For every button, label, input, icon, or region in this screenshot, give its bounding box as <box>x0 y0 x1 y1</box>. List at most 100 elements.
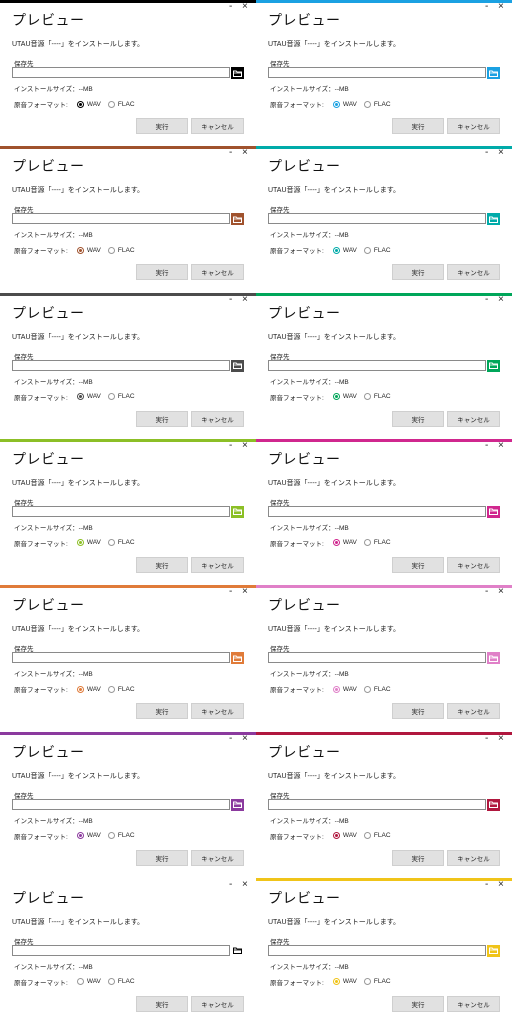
close-button[interactable]: × <box>242 440 248 451</box>
minimize-button[interactable]: - <box>485 294 488 305</box>
wav-option[interactable]: WAV <box>332 978 357 986</box>
minimize-button[interactable]: - <box>229 294 232 305</box>
run-button[interactable]: 実行 <box>136 703 188 720</box>
flac-option[interactable]: FLAC <box>363 246 391 254</box>
flac-radio[interactable] <box>107 246 115 254</box>
wav-radio[interactable] <box>76 100 84 108</box>
flac-radio[interactable] <box>107 685 115 693</box>
run-button[interactable]: 実行 <box>136 410 188 427</box>
close-button[interactable]: × <box>242 294 248 305</box>
wav-radio[interactable] <box>332 978 340 986</box>
save-path-input[interactable] <box>268 798 486 810</box>
browse-folder-button[interactable] <box>487 944 500 957</box>
cancel-button[interactable]: キャンセル <box>447 118 500 134</box>
flac-option[interactable]: FLAC <box>363 832 391 839</box>
save-path-input[interactable] <box>12 798 230 810</box>
save-path-input[interactable] <box>12 213 230 225</box>
browse-folder-button[interactable] <box>487 213 500 226</box>
run-button[interactable]: 実行 <box>392 556 444 573</box>
wav-option[interactable]: WAV <box>332 685 357 693</box>
flac-radio[interactable] <box>363 393 371 401</box>
save-path-input[interactable] <box>12 505 230 517</box>
browse-folder-button[interactable] <box>487 652 500 665</box>
wav-radio[interactable] <box>76 246 84 254</box>
cancel-button[interactable]: キャンセル <box>191 849 244 866</box>
wav-option[interactable]: WAV <box>76 100 101 108</box>
cancel-button[interactable]: キャンセル <box>447 556 500 573</box>
save-path-input[interactable] <box>268 213 486 225</box>
flac-radio[interactable] <box>363 832 371 839</box>
wav-option[interactable]: WAV <box>76 832 101 839</box>
cancel-button[interactable]: キャンセル <box>447 849 500 866</box>
cancel-button[interactable]: キャンセル <box>447 703 500 720</box>
wav-radio[interactable] <box>332 246 340 254</box>
close-button[interactable]: × <box>242 587 248 597</box>
minimize-button[interactable]: - <box>229 587 232 597</box>
flac-radio[interactable] <box>107 978 115 986</box>
wav-radio[interactable] <box>76 832 84 839</box>
run-button[interactable]: 実行 <box>136 264 188 281</box>
browse-folder-button[interactable] <box>231 359 244 372</box>
flac-option[interactable]: FLAC <box>363 685 391 693</box>
save-path-input[interactable] <box>268 359 486 371</box>
close-button[interactable]: × <box>498 294 504 305</box>
minimize-button[interactable]: - <box>485 733 488 744</box>
wav-radio[interactable] <box>332 685 340 693</box>
save-path-input[interactable] <box>268 944 486 956</box>
wav-option[interactable]: WAV <box>332 100 357 108</box>
wav-option[interactable]: WAV <box>332 393 357 401</box>
flac-option[interactable]: FLAC <box>107 393 135 401</box>
minimize-button[interactable]: - <box>229 440 232 451</box>
minimize-button[interactable]: - <box>485 587 488 597</box>
close-button[interactable]: × <box>242 148 248 158</box>
flac-option[interactable]: FLAC <box>107 100 135 108</box>
run-button[interactable]: 実行 <box>392 118 444 134</box>
flac-radio[interactable] <box>107 393 115 401</box>
minimize-button[interactable]: - <box>485 440 488 451</box>
browse-folder-button[interactable] <box>231 652 244 665</box>
cancel-button[interactable]: キャンセル <box>191 264 244 281</box>
minimize-button[interactable]: - <box>485 148 488 158</box>
flac-radio[interactable] <box>363 978 371 986</box>
flac-radio[interactable] <box>107 539 115 547</box>
flac-radio[interactable] <box>107 100 115 108</box>
close-button[interactable]: × <box>498 587 504 597</box>
flac-option[interactable]: FLAC <box>107 978 135 986</box>
run-button[interactable]: 実行 <box>136 849 188 866</box>
wav-option[interactable]: WAV <box>76 685 101 693</box>
wav-option[interactable]: WAV <box>76 393 101 401</box>
wav-radio[interactable] <box>76 978 84 986</box>
close-button[interactable]: × <box>242 879 248 890</box>
close-button[interactable]: × <box>242 2 248 12</box>
browse-folder-button[interactable] <box>231 505 244 518</box>
browse-folder-button[interactable] <box>487 67 500 79</box>
wav-option[interactable]: WAV <box>76 539 101 547</box>
close-button[interactable]: × <box>498 440 504 451</box>
wav-option[interactable]: WAV <box>332 539 357 547</box>
close-button[interactable]: × <box>498 733 504 744</box>
minimize-button[interactable]: - <box>485 879 488 890</box>
flac-radio[interactable] <box>363 539 371 547</box>
browse-folder-button[interactable] <box>487 505 500 518</box>
run-button[interactable]: 実行 <box>136 995 188 1012</box>
save-path-input[interactable] <box>268 652 486 664</box>
close-button[interactable]: × <box>498 148 504 158</box>
flac-option[interactable]: FLAC <box>363 100 391 108</box>
save-path-input[interactable] <box>268 505 486 517</box>
flac-radio[interactable] <box>107 832 115 839</box>
wav-option[interactable]: WAV <box>76 978 101 986</box>
save-path-input[interactable] <box>268 67 486 78</box>
run-button[interactable]: 実行 <box>136 556 188 573</box>
minimize-button[interactable]: - <box>229 733 232 744</box>
run-button[interactable]: 実行 <box>392 703 444 720</box>
run-button[interactable]: 実行 <box>392 849 444 866</box>
minimize-button[interactable]: - <box>229 148 232 158</box>
minimize-button[interactable]: - <box>229 2 232 12</box>
browse-folder-button[interactable] <box>487 359 500 372</box>
cancel-button[interactable]: キャンセル <box>191 556 244 573</box>
browse-folder-button[interactable] <box>231 213 244 226</box>
cancel-button[interactable]: キャンセル <box>191 118 244 134</box>
flac-option[interactable]: FLAC <box>107 246 135 254</box>
cancel-button[interactable]: キャンセル <box>191 703 244 720</box>
flac-radio[interactable] <box>363 246 371 254</box>
